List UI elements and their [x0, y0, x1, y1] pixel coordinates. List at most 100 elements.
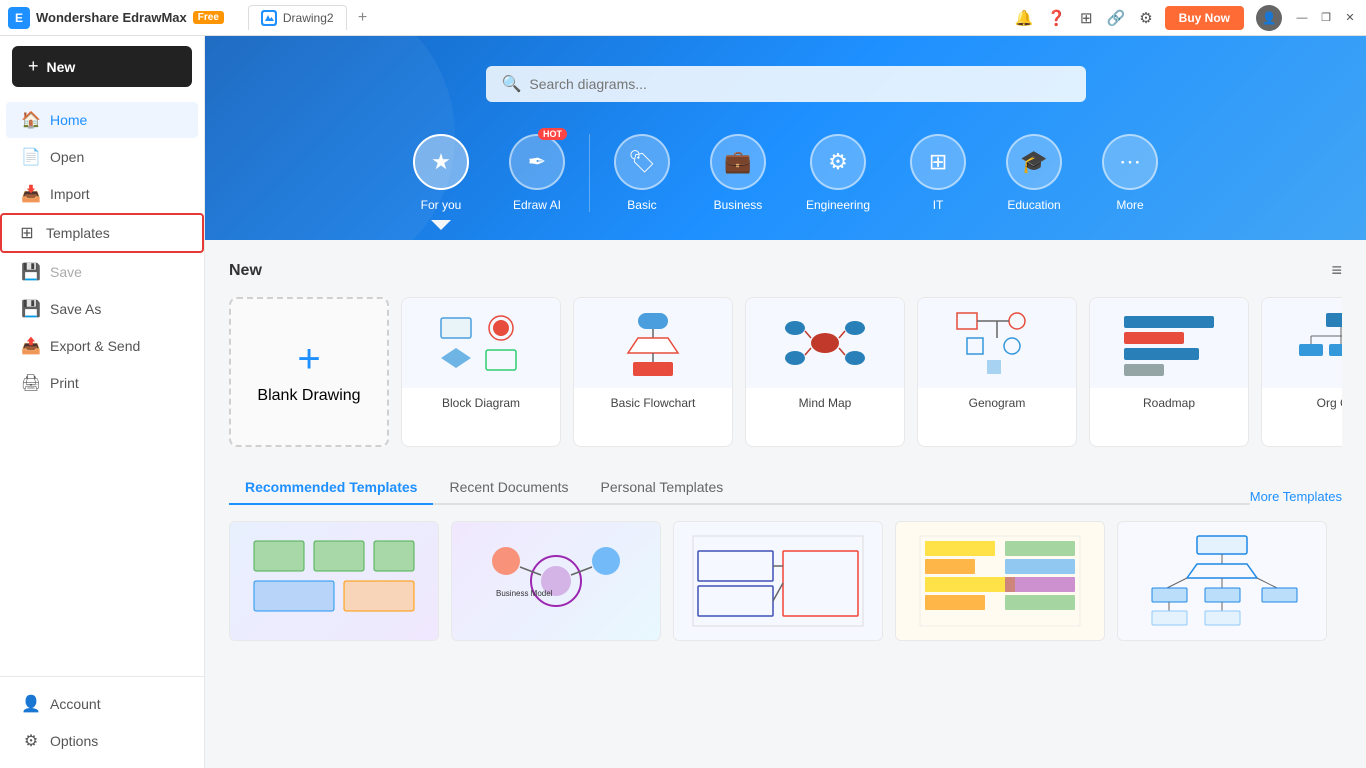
sidebar-item-home[interactable]: 🏠 Home	[6, 102, 198, 138]
recommended-template-2-preview: Business Model	[452, 522, 660, 640]
it-label: IT	[933, 198, 944, 212]
education-label: Education	[1007, 198, 1060, 212]
new-section: New ≡ + Blank Drawing	[205, 240, 1366, 467]
recommended-template-1[interactable]	[229, 521, 439, 641]
titlebar: E Wondershare EdrawMax Free Drawing2 + 🔔…	[0, 0, 1366, 36]
template-card-roadmap[interactable]: Roadmap	[1089, 297, 1249, 447]
tab-recent-documents[interactable]: Recent Documents	[433, 471, 584, 505]
template-card-block-diagram[interactable]: Block Diagram	[401, 297, 561, 447]
tab-drawing-icon	[261, 10, 277, 26]
sidebar-label-export: Export & Send	[50, 338, 140, 354]
category-business[interactable]: 💼 Business	[690, 126, 786, 220]
tab-recommended-templates[interactable]: Recommended Templates	[229, 471, 433, 505]
template-card-basic-flowchart[interactable]: Basic Flowchart	[573, 297, 733, 447]
recommended-template-4-preview	[896, 522, 1104, 640]
new-section-title: New	[229, 262, 262, 280]
sidebar-item-options[interactable]: ⚙ Options	[6, 723, 198, 759]
app-name: Wondershare EdrawMax	[36, 10, 187, 25]
category-for-you[interactable]: ★ For you	[393, 126, 489, 220]
sidebar-label-account: Account	[50, 696, 101, 712]
main-layout: + New 🏠 Home 📄 Open 📥 Import ⊞ Templates…	[0, 36, 1366, 768]
more-icon: ⋯	[1119, 149, 1141, 175]
home-icon: 🏠	[22, 111, 40, 129]
help-icon[interactable]: ❓	[1047, 9, 1066, 27]
recommended-template-4[interactable]	[895, 521, 1105, 641]
template-section-header: Recommended Templates Recent Documents P…	[229, 471, 1342, 521]
business-label: Business	[714, 198, 763, 212]
print-icon: 🖨	[22, 374, 40, 392]
buy-now-button[interactable]: Buy Now	[1165, 6, 1244, 30]
category-engineering[interactable]: ⚙ Engineering	[786, 126, 890, 220]
roadmap-label: Roadmap	[1090, 388, 1248, 418]
template-card-org-chart[interactable]: Org Ch...	[1261, 297, 1342, 447]
close-button[interactable]: ✕	[1342, 10, 1358, 26]
recommended-template-5[interactable]	[1117, 521, 1327, 641]
category-more[interactable]: ⋯ More	[1082, 126, 1178, 220]
options-icon: ⚙	[22, 732, 40, 750]
search-input[interactable]	[529, 76, 1069, 92]
sidebar-item-import[interactable]: 📥 Import	[6, 176, 198, 212]
tab-personal-templates[interactable]: Personal Templates	[585, 471, 740, 505]
blank-plus-icon: +	[297, 339, 320, 379]
bell-icon[interactable]: 🔔	[1015, 9, 1034, 27]
engineering-icon: ⚙	[828, 149, 848, 175]
recommended-template-3[interactable]	[673, 521, 883, 641]
free-badge: Free	[193, 11, 224, 24]
mind-map-label: Mind Map	[746, 388, 904, 418]
sidebar-item-save-as[interactable]: 💾 Save As	[6, 291, 198, 327]
category-edraw-ai[interactable]: HOT ✒ Edraw AI	[489, 126, 585, 220]
add-tab-button[interactable]: +	[351, 6, 375, 30]
sidebar: + New 🏠 Home 📄 Open 📥 Import ⊞ Templates…	[0, 36, 205, 768]
category-basic[interactable]: 🏷 Basic	[594, 126, 690, 220]
categories: ★ For you HOT ✒ Edraw AI	[245, 126, 1326, 220]
template-card-mind-map[interactable]: Mind Map	[745, 297, 905, 447]
basic-flowchart-label: Basic Flowchart	[574, 388, 732, 418]
titlebar-right: 🔔 ❓ ⊞ 🔗 ⚙ Buy Now 👤 — ❐ ✕	[1015, 5, 1358, 31]
app-logo-icon: E	[8, 7, 30, 29]
sidebar-item-account[interactable]: 👤 Account	[6, 686, 198, 722]
for-you-icon: ★	[431, 149, 451, 175]
new-section-options-icon[interactable]: ≡	[1331, 260, 1342, 281]
search-icon: 🔍	[502, 74, 522, 94]
sidebar-label-templates: Templates	[46, 225, 110, 241]
category-it[interactable]: ⊞ IT	[890, 126, 986, 220]
new-section-header: New ≡	[229, 260, 1342, 281]
maximize-button[interactable]: ❐	[1318, 10, 1334, 26]
sidebar-item-export[interactable]: 📤 Export & Send	[6, 328, 198, 364]
sidebar-item-print[interactable]: 🖨 Print	[6, 365, 198, 401]
new-button-label: New	[47, 59, 76, 75]
settings-icon[interactable]: ⚙	[1139, 9, 1152, 27]
basic-flowchart-preview	[574, 298, 732, 388]
sidebar-label-save-as: Save As	[50, 301, 101, 317]
org-chart-label: Org Ch...	[1262, 388, 1342, 418]
minimize-button[interactable]: —	[1294, 10, 1310, 26]
mind-map-preview	[746, 298, 904, 388]
sidebar-label-options: Options	[50, 733, 98, 749]
category-separator	[589, 134, 590, 212]
share-icon[interactable]: 🔗	[1107, 9, 1126, 27]
tab-drawing2[interactable]: Drawing2	[248, 5, 347, 30]
recommended-template-2[interactable]: Business Model	[451, 521, 661, 641]
new-button[interactable]: + New	[12, 46, 192, 87]
sidebar-item-templates[interactable]: ⊞ Templates	[0, 213, 204, 253]
recommended-template-1-preview	[230, 522, 438, 640]
sidebar-label-home: Home	[50, 112, 87, 128]
export-icon: 📤	[22, 337, 40, 355]
genogram-label: Genogram	[918, 388, 1076, 418]
business-icon: 💼	[724, 149, 751, 175]
save-as-icon: 💾	[22, 300, 40, 318]
basic-icon-wrap: 🏷	[614, 134, 670, 190]
recommended-template-3-preview	[674, 522, 882, 640]
more-templates-link[interactable]: More Templates	[1250, 489, 1342, 504]
search-bar: 🔍	[486, 66, 1086, 102]
sidebar-item-open[interactable]: 📄 Open	[6, 139, 198, 175]
tab-label: Drawing2	[283, 11, 334, 25]
edraw-ai-icon-wrap: HOT ✒	[509, 134, 565, 190]
grid-icon[interactable]: ⊞	[1080, 9, 1093, 27]
blank-drawing-card[interactable]: + Blank Drawing	[229, 297, 389, 447]
edraw-ai-icon: ✒	[528, 149, 546, 175]
education-icon-wrap: 🎓	[1006, 134, 1062, 190]
category-education[interactable]: 🎓 Education	[986, 126, 1082, 220]
user-avatar[interactable]: 👤	[1256, 5, 1282, 31]
template-card-genogram[interactable]: Genogram	[917, 297, 1077, 447]
